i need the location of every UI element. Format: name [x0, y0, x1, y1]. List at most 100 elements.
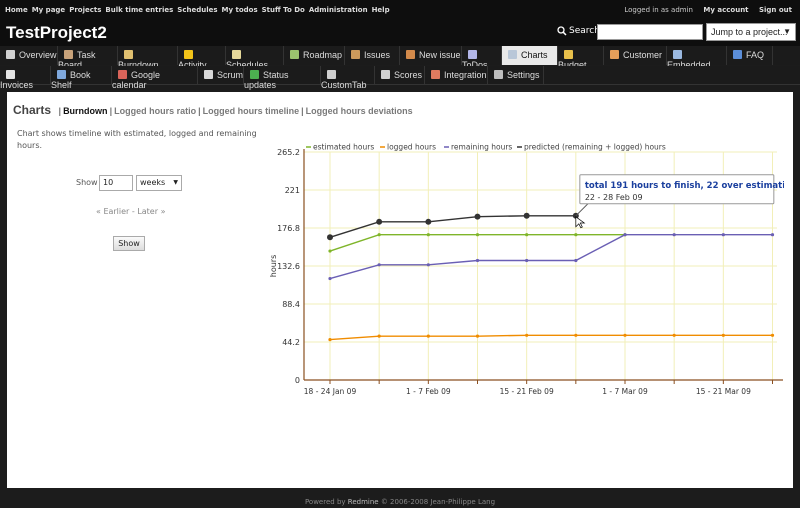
- top-menu-link-stuff-to-do[interactable]: Stuff To Do: [262, 6, 305, 14]
- tab-burndown[interactable]: Burndown: [118, 46, 178, 70]
- x-tick-label: 15 - 21 Mar 09: [696, 387, 751, 396]
- tab-logged-hours-timeline[interactable]: Logged hours timeline: [203, 106, 300, 116]
- y-tick-label: 132.6: [277, 262, 300, 271]
- y-tick-label: 44.2: [282, 338, 300, 347]
- x-tick-label: 15 - 21 Feb 09: [500, 387, 554, 396]
- period-unit-select[interactable]: weeks ▼: [136, 175, 182, 191]
- tab-label: New issue: [419, 50, 461, 60]
- tab-google-calendar[interactable]: Google calendar: [112, 66, 198, 90]
- chevron-down-icon: ▼: [783, 27, 791, 36]
- legend-entry: logged hours: [387, 143, 436, 152]
- y-axis-label: hours: [269, 255, 278, 278]
- legend-entry: estimated hours: [313, 143, 374, 152]
- tab-label: Roadmap: [303, 50, 343, 60]
- chart-description: Chart shows timeline with estimated, log…: [17, 129, 257, 150]
- tab-customer[interactable]: Customer: [604, 46, 667, 65]
- show-button[interactable]: Show: [113, 236, 145, 251]
- data-point: [672, 233, 676, 237]
- jump-to-project-select[interactable]: Jump to a project... ▼: [706, 23, 796, 41]
- x-tick-label: 1 - 7 Feb 09: [406, 387, 451, 396]
- data-point: [525, 233, 529, 237]
- data-point: [770, 333, 775, 337]
- top-menu-link-my-todos[interactable]: My todos: [222, 6, 258, 14]
- y-tick-label: 176.8: [277, 224, 300, 233]
- tab-issues[interactable]: Issues: [345, 46, 400, 65]
- data-point: [525, 333, 529, 337]
- top-menu-link-home[interactable]: Home: [5, 6, 28, 14]
- top-menu-link-bulk-time-entries[interactable]: Bulk time entries: [105, 6, 173, 14]
- data-point: [377, 263, 381, 267]
- tab-label: Scores: [394, 70, 423, 80]
- my-account-link[interactable]: My account: [703, 6, 748, 14]
- data-point: [574, 233, 578, 237]
- top-menu-left: Home My page Projects Bulk time entries Sche…: [5, 6, 394, 14]
- search-input[interactable]: [597, 24, 703, 40]
- sign-out-link[interactable]: Sign out: [759, 6, 792, 14]
- tab-roadmap[interactable]: Roadmap: [284, 46, 345, 65]
- top-menu-link-projects[interactable]: Projects: [69, 6, 101, 14]
- tab-todos[interactable]: ToDos: [462, 46, 502, 70]
- x-tick-label: 18 - 24 Jan 09: [304, 387, 357, 396]
- shield-icon: [250, 70, 259, 79]
- tab-task-board[interactable]: Task Board: [58, 46, 118, 70]
- tab-budget[interactable]: Budget: [558, 46, 604, 70]
- redmine-link[interactable]: Redmine: [348, 498, 379, 506]
- tab-schedules[interactable]: Schedules: [226, 46, 284, 70]
- data-point: [623, 333, 627, 337]
- tab-charts[interactable]: Charts: [502, 46, 558, 65]
- tab-label: Customer: [623, 50, 663, 60]
- top-menu-link-administration[interactable]: Administration: [309, 6, 368, 14]
- jump-to-project-label: Jump to a project...: [711, 27, 788, 37]
- top-menu-link-schedules[interactable]: Schedules: [177, 6, 217, 14]
- invoice-icon: [6, 70, 15, 79]
- tab-activity[interactable]: Activity: [178, 46, 226, 70]
- tab-integration[interactable]: Integration: [425, 66, 488, 85]
- data-point: [474, 213, 481, 220]
- data-point: [523, 212, 530, 219]
- tab-label: Overview: [19, 50, 57, 60]
- tab-new-issue[interactable]: New issue: [400, 46, 462, 65]
- data-point: [672, 333, 676, 337]
- page-title: Charts: [13, 103, 52, 117]
- tab-icon: [327, 70, 336, 79]
- tab-label: Charts: [521, 50, 548, 60]
- tab-burndown[interactable]: Burndown: [63, 106, 108, 116]
- book-icon: [57, 70, 66, 79]
- top-menu-link-help[interactable]: Help: [372, 6, 390, 14]
- data-point: [377, 233, 381, 237]
- tab-status-updates[interactable]: Status updates: [244, 66, 321, 90]
- tab-embedded[interactable]: Embedded: [667, 46, 727, 70]
- period-count-input[interactable]: 10: [99, 175, 133, 191]
- tab-label: Scrum: [217, 70, 244, 80]
- tab-scrum[interactable]: Scrum: [198, 66, 244, 85]
- paging-links[interactable]: « Earlier - Later »: [96, 207, 165, 216]
- data-point: [425, 218, 432, 225]
- copyright-text: © 2006-2008 Jean-Philippe Lang: [380, 498, 496, 506]
- data-point: [623, 233, 627, 237]
- tab-faq[interactable]: FAQ: [727, 46, 773, 65]
- data-point: [574, 333, 578, 337]
- faq-icon: [733, 50, 742, 59]
- schedule-icon: [232, 50, 241, 59]
- calendar-icon: [118, 70, 127, 79]
- tab-settings[interactable]: Settings: [488, 66, 544, 85]
- tab-label: FAQ: [746, 50, 765, 60]
- y-tick-label: 0: [295, 376, 300, 385]
- board-icon: [64, 50, 73, 59]
- tab-scores[interactable]: Scores: [375, 66, 425, 85]
- tab-overview[interactable]: Overview: [0, 46, 58, 65]
- tab-invoices[interactable]: Invoices: [0, 66, 51, 90]
- tab-customtab[interactable]: CustomTab: [321, 66, 375, 90]
- tab-label: Invoices: [0, 80, 34, 90]
- top-menu-right: Logged in as admin My account Sign out: [616, 6, 792, 14]
- tab-logged-hours-ratio[interactable]: Logged hours ratio: [114, 106, 196, 116]
- tab-book-shelf[interactable]: Book Shelf: [51, 66, 112, 90]
- embedded-icon: [673, 50, 682, 59]
- top-menu-link-my-page[interactable]: My page: [32, 6, 65, 14]
- tab-logged-hours-deviations[interactable]: Logged hours deviations: [306, 106, 413, 116]
- logged-as-text: Logged in as admin: [624, 6, 693, 14]
- chart-header: Charts | Burndown | Logged hours ratio | Logg…: [13, 103, 413, 117]
- roadmap-icon: [290, 50, 299, 59]
- data-point: [426, 263, 430, 267]
- legend-entry: predicted (remaining + logged) hours: [524, 143, 666, 152]
